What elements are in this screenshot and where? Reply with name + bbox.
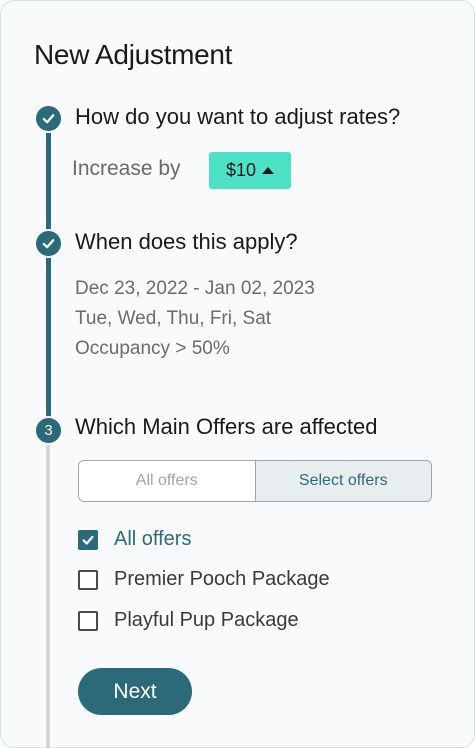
offer-option-label: All offers — [114, 528, 192, 550]
step-2-title: When does this apply? — [75, 229, 298, 254]
offer-option-label: Playful Pup Package — [114, 609, 299, 631]
page-title: New Adjustment — [34, 39, 233, 70]
increase-amount-dropdown[interactable]: $10 — [209, 152, 291, 189]
timeline-pending-line — [46, 431, 50, 748]
timeline-completed-line — [46, 119, 51, 422]
step-2-check-icon — [34, 229, 63, 258]
checkbox-checked-icon[interactable] — [78, 529, 98, 550]
step-3-number: 3 — [44, 422, 53, 439]
offer-mode-select-offers[interactable]: Select offers — [255, 461, 431, 501]
step-1-title: How do you want to adjust rates? — [75, 104, 401, 129]
checkbox-unchecked-icon[interactable] — [78, 569, 98, 590]
offer-option-playful-pup[interactable]: Playful Pup Package — [78, 609, 299, 632]
adjustment-card: New Adjustment How do you want to adjust… — [0, 0, 475, 748]
offer-mode-all-offers[interactable]: All offers — [79, 461, 256, 501]
schedule-occupancy: Occupancy > 50% — [75, 338, 230, 359]
caret-up-icon — [262, 167, 275, 174]
step-1-check-icon — [34, 104, 63, 133]
checkbox-unchecked-icon[interactable] — [78, 610, 98, 631]
offer-option-all-offers[interactable]: All offers — [78, 528, 191, 551]
schedule-days: Tue, Wed, Thu, Fri, Sat — [75, 308, 272, 329]
increase-amount-value: $10 — [225, 160, 257, 180]
increase-label: Increase by — [72, 157, 181, 180]
offer-option-premier-pooch[interactable]: Premier Pooch Package — [78, 568, 330, 591]
offer-mode-toggle: All offers Select offers — [78, 460, 432, 502]
step-3-number-badge: 3 — [34, 416, 63, 445]
next-button[interactable]: Next — [78, 668, 192, 715]
offer-option-label: Premier Pooch Package — [114, 568, 330, 590]
step-3-title: Which Main Offers are affected — [75, 414, 378, 439]
schedule-dates: Dec 23, 2022 - Jan 02, 2023 — [75, 278, 315, 299]
